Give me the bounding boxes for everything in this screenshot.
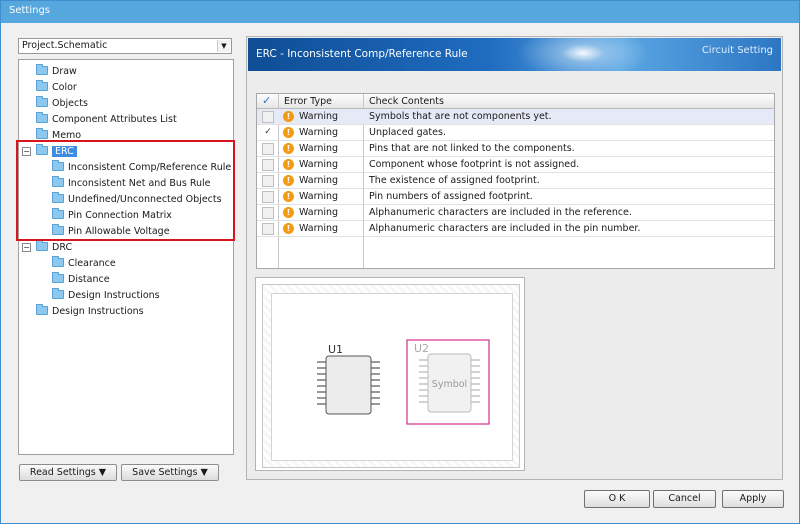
settings-window: Settings Project.Schematic ▼ Draw Color … xyxy=(0,0,800,524)
row-checkbox[interactable] xyxy=(262,191,274,203)
folder-icon xyxy=(36,240,48,251)
warning-icon: ! xyxy=(283,159,294,170)
column-header-error-type[interactable]: Error Type xyxy=(284,96,332,107)
row-checkbox[interactable] xyxy=(262,223,274,235)
folder-icon xyxy=(52,288,64,299)
tree-item-drc-design-instructions[interactable]: Design Instructions xyxy=(52,288,160,304)
select-all-checkbox[interactable]: ✓ xyxy=(262,94,271,107)
error-type: Warning xyxy=(299,191,339,202)
table-row[interactable]: ! Warning Symbols that are not component… xyxy=(257,109,774,125)
table-row[interactable]: ! Warning Alphanumeric characters are in… xyxy=(257,205,774,221)
tree-item-label: Draw xyxy=(52,66,77,77)
row-checkbox[interactable] xyxy=(262,111,274,123)
erc-highlight-box xyxy=(16,140,235,241)
check-content: Symbols that are not components yet. xyxy=(369,111,552,122)
tree-item-distance[interactable]: Distance xyxy=(52,272,110,288)
folder-icon xyxy=(36,96,48,107)
table-row[interactable]: ! Warning Pins that are not linked to th… xyxy=(257,141,774,157)
warning-icon: ! xyxy=(283,143,294,154)
tree-item-label: Objects xyxy=(52,98,88,109)
settings-tree: Draw Color Objects Component Attributes … xyxy=(18,59,234,455)
tree-item-label: Design Instructions xyxy=(52,306,144,317)
warning-icon: ! xyxy=(283,191,294,202)
u2-symbol-label: Symbol xyxy=(432,379,467,390)
tree-item-label: Color xyxy=(52,82,77,93)
window-title: Settings xyxy=(1,1,799,23)
tree-item-label: DRC xyxy=(52,242,73,253)
u1-component xyxy=(317,355,380,415)
tree-item-objects[interactable]: Objects xyxy=(36,96,88,112)
schematic-sheet: U1 U2 Symbol xyxy=(262,284,520,468)
tree-item-color[interactable]: Color xyxy=(36,80,77,96)
row-checkbox[interactable] xyxy=(262,159,274,171)
error-type: Warning xyxy=(299,127,339,138)
folder-icon xyxy=(36,112,48,123)
warning-icon: ! xyxy=(283,223,294,234)
warning-icon: ! xyxy=(283,127,294,138)
table-row[interactable]: ! Warning Alphanumeric characters are in… xyxy=(257,221,774,237)
warning-icon: ! xyxy=(283,207,294,218)
apply-button[interactable]: Apply xyxy=(722,490,784,508)
banner-flare xyxy=(498,38,668,71)
error-type: Warning xyxy=(299,175,339,186)
read-settings-button[interactable]: Read Settings ▼ xyxy=(19,464,117,481)
error-type: Warning xyxy=(299,159,339,170)
tree-item-label: Distance xyxy=(68,274,110,285)
folder-icon xyxy=(36,64,48,75)
check-content: Pin numbers of assigned footprint. xyxy=(369,191,533,202)
rule-table: ✓ Error Type Check Contents ! Warning Sy… xyxy=(256,93,775,269)
error-type: Warning xyxy=(299,111,339,122)
row-checkbox[interactable] xyxy=(262,175,274,187)
tree-item-label: Clearance xyxy=(68,258,116,269)
u2-component: Symbol xyxy=(419,353,480,413)
check-content: Alphanumeric characters are included in … xyxy=(369,207,632,218)
check-content: The existence of assigned footprint. xyxy=(369,175,540,186)
tree-item-drc[interactable]: DRC xyxy=(36,240,72,256)
error-type: Warning xyxy=(299,143,339,154)
table-header: ✓ Error Type Check Contents xyxy=(257,94,774,109)
row-checkbox[interactable] xyxy=(262,207,274,219)
tree-item-label: Design Instructions xyxy=(68,290,160,301)
row-checkbox[interactable]: ✓ xyxy=(262,127,274,139)
table-row[interactable]: ! Warning Pin numbers of assigned footpr… xyxy=(257,189,774,205)
table-row[interactable]: ! Warning Component whose footprint is n… xyxy=(257,157,774,173)
banner-subtitle: Circuit Setting xyxy=(701,45,773,56)
section-banner: ERC - Inconsistent Comp/Reference Rule C… xyxy=(248,38,781,71)
check-content: Component whose footprint is not assigne… xyxy=(369,159,580,170)
folder-icon xyxy=(52,272,64,283)
tree-item-component-attributes-list[interactable]: Component Attributes List xyxy=(36,112,177,128)
rule-preview: U1 U2 Symbol xyxy=(255,277,525,471)
tree-item-design-instructions[interactable]: Design Instructions xyxy=(36,304,144,320)
error-type: Warning xyxy=(299,207,339,218)
tree-item-clearance[interactable]: Clearance xyxy=(52,256,116,272)
preview-diagram: U1 U2 Symbol xyxy=(317,339,490,425)
folder-icon xyxy=(36,304,48,315)
table-row[interactable]: ✓ ! Warning Unplaced gates. xyxy=(257,125,774,141)
collapse-drc-icon[interactable]: − xyxy=(22,243,31,252)
error-type: Warning xyxy=(299,223,339,234)
warning-icon: ! xyxy=(283,111,294,122)
table-row[interactable]: ! Warning The existence of assigned foot… xyxy=(257,173,774,189)
tree-item-label: Component Attributes List xyxy=(52,114,177,125)
banner-title: ERC - Inconsistent Comp/Reference Rule xyxy=(256,48,468,60)
save-settings-button[interactable]: Save Settings ▼ xyxy=(121,464,219,481)
check-content: Pins that are not linked to the componen… xyxy=(369,143,575,154)
folder-icon xyxy=(52,256,64,267)
folder-icon xyxy=(36,128,48,139)
ok-button[interactable]: O K xyxy=(584,490,650,508)
tree-item-draw[interactable]: Draw xyxy=(36,64,77,80)
schematic-sheet-inner: U1 U2 Symbol xyxy=(271,293,513,461)
column-header-check-contents[interactable]: Check Contents xyxy=(369,96,444,107)
cancel-button[interactable]: Cancel xyxy=(653,490,716,508)
folder-icon xyxy=(36,80,48,91)
project-select-value: Project.Schematic xyxy=(22,40,108,51)
check-content: Unplaced gates. xyxy=(369,127,446,138)
u2-label: U2 xyxy=(414,342,429,355)
project-select[interactable]: Project.Schematic ▼ xyxy=(18,38,232,54)
check-content: Alphanumeric characters are included in … xyxy=(369,223,641,234)
chevron-down-icon[interactable]: ▼ xyxy=(217,40,230,52)
u1-label: U1 xyxy=(328,343,343,356)
row-checkbox[interactable] xyxy=(262,143,274,155)
warning-icon: ! xyxy=(283,175,294,186)
